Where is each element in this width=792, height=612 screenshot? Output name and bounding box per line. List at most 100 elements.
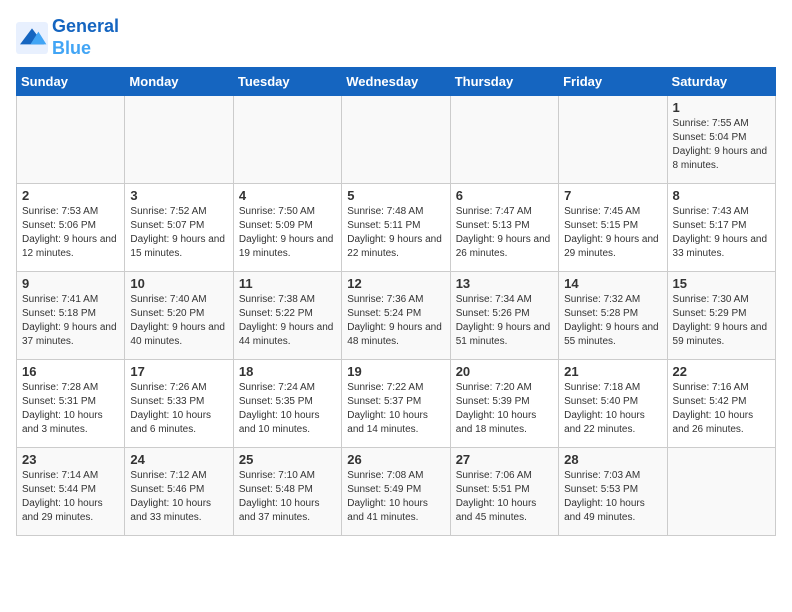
day-info: Sunrise: 7:55 AM Sunset: 5:04 PM Dayligh… (673, 117, 770, 173)
calendar-cell: 26 Sunrise: 7:08 AM Sunset: 5:49 PM Dayli… (342, 448, 450, 536)
week-row-5: 23Sunrise: 7:14 AM Sunset: 5:44 PM Dayli… (17, 448, 776, 536)
calendar-cell (342, 96, 450, 184)
calendar-cell (450, 96, 558, 184)
calendar-cell: 13 Sunrise: 7:34 AM Sunset: 5:26 PM Dayli… (450, 272, 558, 360)
day-number: 2 (22, 188, 119, 203)
calendar-cell: 28 Sunrise: 7:03 AM Sunset: 5:53 PM Dayli… (559, 448, 667, 536)
calendar-cell: 21 Sunrise: 7:18 AM Sunset: 5:40 PM Dayli… (559, 360, 667, 448)
day-header-monday: Monday (125, 68, 233, 96)
calendar-cell: 2 Sunrise: 7:53 AM Sunset: 5:06 PM Daylig… (17, 184, 125, 272)
day-number: 3 (130, 188, 227, 203)
calendar-cell: 27 Sunrise: 7:06 AM Sunset: 5:51 PM Dayli… (450, 448, 558, 536)
week-row-3: 9 Sunrise: 7:41 AM Sunset: 5:18 PM Daylig… (17, 272, 776, 360)
day-number: 22 (673, 364, 770, 379)
day-info: Sunrise: 7:16 AM Sunset: 5:42 PM Dayligh… (673, 381, 770, 437)
calendar-cell: 7 Sunrise: 7:45 AM Sunset: 5:15 PM Daylig… (559, 184, 667, 272)
day-info: Sunrise: 7:32 AM Sunset: 5:28 PM Dayligh… (564, 293, 661, 349)
day-header-wednesday: Wednesday (342, 68, 450, 96)
calendar-cell (233, 96, 341, 184)
day-header-thursday: Thursday (450, 68, 558, 96)
day-number: 6 (456, 188, 553, 203)
day-number: 9 (22, 276, 119, 291)
calendar-cell: 14Sunrise: 7:32 AM Sunset: 5:28 PM Dayli… (559, 272, 667, 360)
day-info: Sunrise: 7:52 AM Sunset: 5:07 PM Dayligh… (130, 205, 227, 261)
calendar-cell: 3 Sunrise: 7:52 AM Sunset: 5:07 PM Daylig… (125, 184, 233, 272)
day-info: Sunrise: 7:28 AM Sunset: 5:31 PM Dayligh… (22, 381, 119, 437)
calendar-cell: 22 Sunrise: 7:16 AM Sunset: 5:42 PM Dayli… (667, 360, 775, 448)
day-info: Sunrise: 7:30 AM Sunset: 5:29 PM Dayligh… (673, 293, 770, 349)
day-info: Sunrise: 7:53 AM Sunset: 5:06 PM Dayligh… (22, 205, 119, 261)
day-number: 11 (239, 276, 336, 291)
day-info: Sunrise: 7:48 AM Sunset: 5:11 PM Dayligh… (347, 205, 444, 261)
day-info: Sunrise: 7:03 AM Sunset: 5:53 PM Dayligh… (564, 469, 661, 525)
day-number: 18 (239, 364, 336, 379)
logo: GeneralBlue (16, 16, 119, 59)
day-number: 28 (564, 452, 661, 467)
calendar-header-row: SundayMondayTuesdayWednesdayThursdayFrid… (17, 68, 776, 96)
day-number: 4 (239, 188, 336, 203)
calendar-cell: 17 Sunrise: 7:26 AM Sunset: 5:33 PM Dayli… (125, 360, 233, 448)
calendar-cell: 12Sunrise: 7:36 AM Sunset: 5:24 PM Dayli… (342, 272, 450, 360)
calendar-cell: 20Sunrise: 7:20 AM Sunset: 5:39 PM Dayli… (450, 360, 558, 448)
day-info: Sunrise: 7:40 AM Sunset: 5:20 PM Dayligh… (130, 293, 227, 349)
day-info: Sunrise: 7:26 AM Sunset: 5:33 PM Dayligh… (130, 381, 227, 437)
day-number: 8 (673, 188, 770, 203)
calendar-cell: 18 Sunrise: 7:24 AM Sunset: 5:35 PM Dayli… (233, 360, 341, 448)
day-info: Sunrise: 7:34 AM Sunset: 5:26 PM Dayligh… (456, 293, 553, 349)
day-number: 20 (456, 364, 553, 379)
calendar-cell (667, 448, 775, 536)
calendar-cell (125, 96, 233, 184)
calendar-table: SundayMondayTuesdayWednesdayThursdayFrid… (16, 67, 776, 536)
day-info: Sunrise: 7:08 AM Sunset: 5:49 PM Dayligh… (347, 469, 444, 525)
day-info: Sunrise: 7:41 AM Sunset: 5:18 PM Dayligh… (22, 293, 119, 349)
calendar-cell: 4 Sunrise: 7:50 AM Sunset: 5:09 PM Daylig… (233, 184, 341, 272)
day-number: 5 (347, 188, 444, 203)
page-header: GeneralBlue (16, 16, 776, 59)
calendar-cell: 25 Sunrise: 7:10 AM Sunset: 5:48 PM Dayli… (233, 448, 341, 536)
day-number: 27 (456, 452, 553, 467)
day-header-saturday: Saturday (667, 68, 775, 96)
day-info: Sunrise: 7:43 AM Sunset: 5:17 PM Dayligh… (673, 205, 770, 261)
day-number: 26 (347, 452, 444, 467)
day-number: 25 (239, 452, 336, 467)
day-info: Sunrise: 7:38 AM Sunset: 5:22 PM Dayligh… (239, 293, 336, 349)
calendar-cell: 1 Sunrise: 7:55 AM Sunset: 5:04 PM Daylig… (667, 96, 775, 184)
calendar-cell: 16Sunrise: 7:28 AM Sunset: 5:31 PM Dayli… (17, 360, 125, 448)
calendar-cell (559, 96, 667, 184)
calendar-cell: 8 Sunrise: 7:43 AM Sunset: 5:17 PM Daylig… (667, 184, 775, 272)
calendar-cell: 23Sunrise: 7:14 AM Sunset: 5:44 PM Dayli… (17, 448, 125, 536)
calendar-cell: 11 Sunrise: 7:38 AM Sunset: 5:22 PM Dayli… (233, 272, 341, 360)
day-number: 17 (130, 364, 227, 379)
calendar-cell (17, 96, 125, 184)
day-number: 7 (564, 188, 661, 203)
calendar-cell: 6 Sunrise: 7:47 AM Sunset: 5:13 PM Daylig… (450, 184, 558, 272)
day-info: Sunrise: 7:47 AM Sunset: 5:13 PM Dayligh… (456, 205, 553, 261)
calendar-cell: 5 Sunrise: 7:48 AM Sunset: 5:11 PM Daylig… (342, 184, 450, 272)
day-header-friday: Friday (559, 68, 667, 96)
day-number: 10 (130, 276, 227, 291)
day-info: Sunrise: 7:45 AM Sunset: 5:15 PM Dayligh… (564, 205, 661, 261)
day-number: 15 (673, 276, 770, 291)
day-number: 13 (456, 276, 553, 291)
logo-text: GeneralBlue (52, 16, 119, 59)
logo-icon (16, 22, 48, 54)
day-info: Sunrise: 7:22 AM Sunset: 5:37 PM Dayligh… (347, 381, 444, 437)
calendar-cell: 10 Sunrise: 7:40 AM Sunset: 5:20 PM Dayli… (125, 272, 233, 360)
day-info: Sunrise: 7:10 AM Sunset: 5:48 PM Dayligh… (239, 469, 336, 525)
day-header-tuesday: Tuesday (233, 68, 341, 96)
day-number: 19 (347, 364, 444, 379)
day-info: Sunrise: 7:24 AM Sunset: 5:35 PM Dayligh… (239, 381, 336, 437)
day-info: Sunrise: 7:18 AM Sunset: 5:40 PM Dayligh… (564, 381, 661, 437)
day-number: 12 (347, 276, 444, 291)
day-number: 21 (564, 364, 661, 379)
calendar-cell: 24Sunrise: 7:12 AM Sunset: 5:46 PM Dayli… (125, 448, 233, 536)
day-info: Sunrise: 7:50 AM Sunset: 5:09 PM Dayligh… (239, 205, 336, 261)
calendar-cell: 19 Sunrise: 7:22 AM Sunset: 5:37 PM Dayli… (342, 360, 450, 448)
day-number: 1 (673, 100, 770, 115)
day-info: Sunrise: 7:06 AM Sunset: 5:51 PM Dayligh… (456, 469, 553, 525)
week-row-2: 2 Sunrise: 7:53 AM Sunset: 5:06 PM Daylig… (17, 184, 776, 272)
week-row-1: 1 Sunrise: 7:55 AM Sunset: 5:04 PM Daylig… (17, 96, 776, 184)
day-header-sunday: Sunday (17, 68, 125, 96)
day-number: 23 (22, 452, 119, 467)
day-number: 24 (130, 452, 227, 467)
